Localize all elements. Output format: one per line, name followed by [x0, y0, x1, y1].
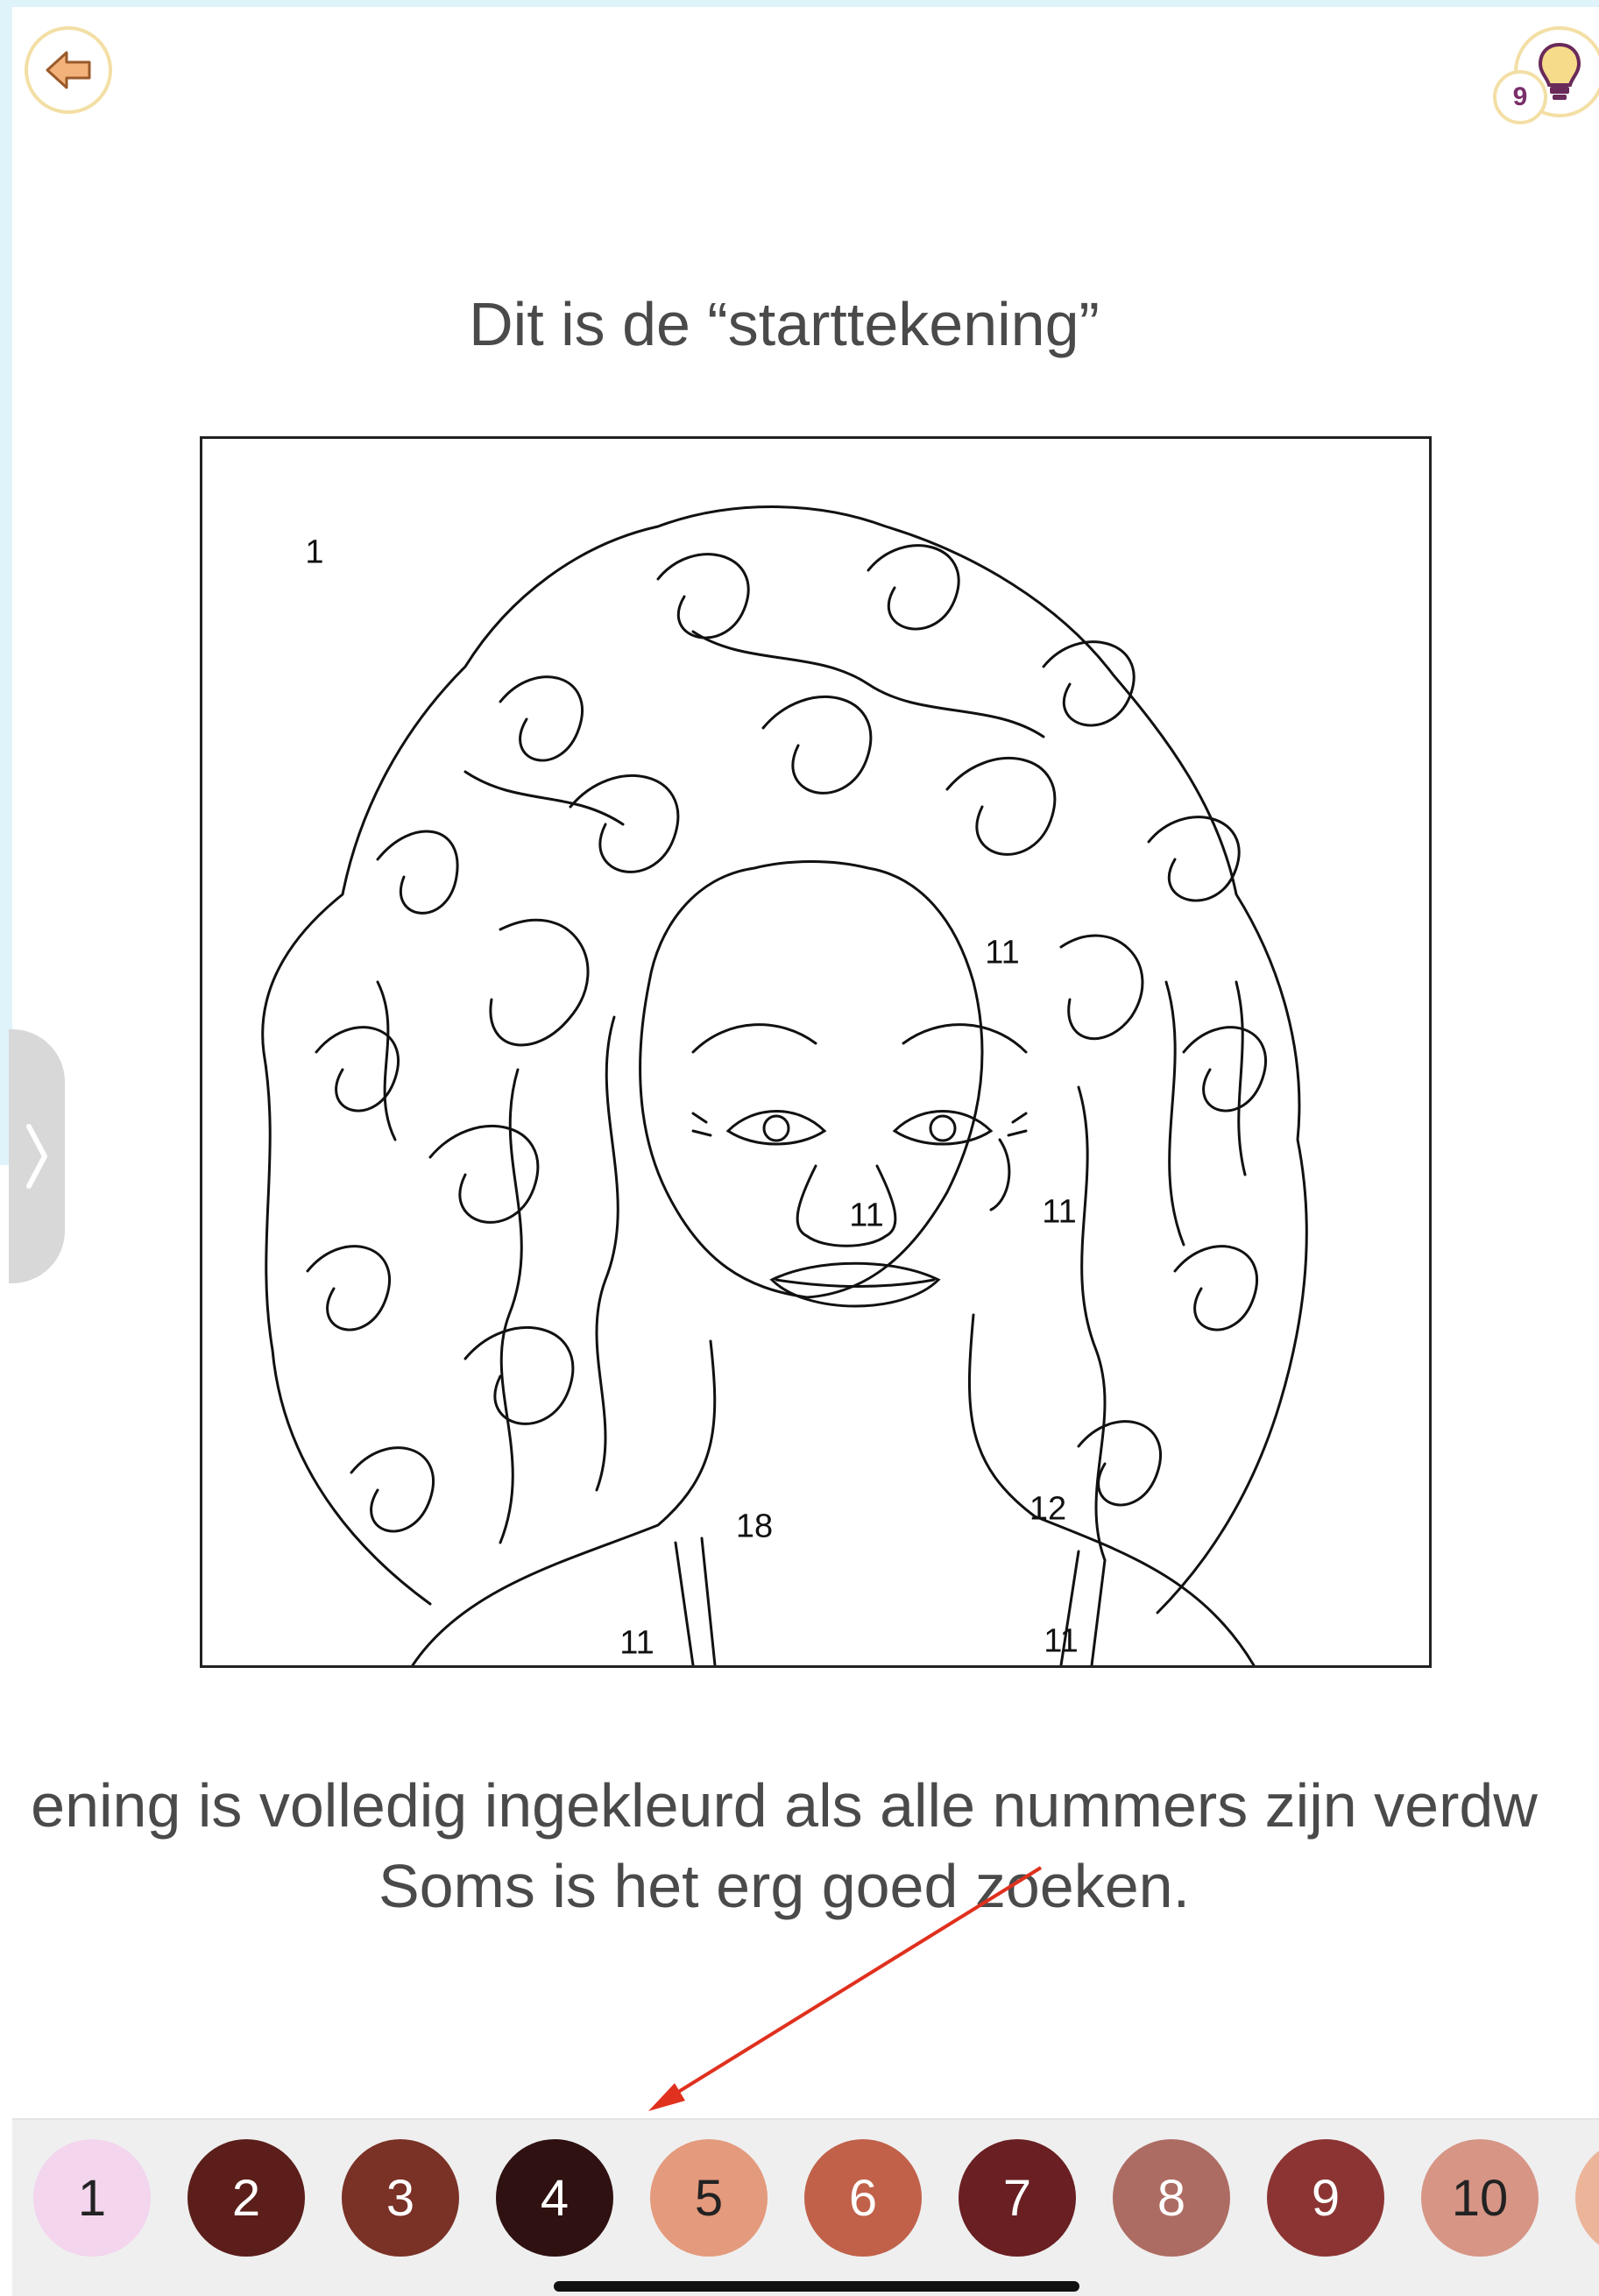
swatch-label: 1 — [77, 2169, 107, 2227]
back-button[interactable] — [25, 26, 112, 114]
palette-swatch[interactable]: 7 — [959, 2139, 1076, 2257]
region-number: 11 — [619, 1624, 654, 1662]
starter-drawing[interactable]: 1 11 11 11 18 12 11 11 — [200, 436, 1432, 1668]
swatch-label: 9 — [1311, 2169, 1341, 2227]
palette-swatch[interactable]: 5 — [650, 2139, 768, 2257]
region-number: 18 — [735, 1508, 774, 1545]
palette-swatch[interactable]: 2 — [187, 2139, 305, 2257]
instruction-line-2: Soms is het erg goed zoeken. — [378, 1852, 1191, 1920]
palette-swatch[interactable]: 10 — [1421, 2139, 1539, 2257]
instruction-line-1: ening is volledig ingekleurd als alle nu… — [31, 1771, 1538, 1840]
curly-hair-portrait-illustration — [261, 505, 1308, 1665]
status-bar-tint — [0, 0, 1599, 7]
swatch-label: 5 — [694, 2169, 724, 2227]
home-indicator[interactable] — [554, 2281, 1079, 2292]
swatch-label: 6 — [848, 2169, 878, 2227]
palette-swatch[interactable]: 1 — [33, 2139, 151, 2257]
arrow-left-icon — [46, 51, 91, 89]
coloring-tutorial-screen: 9 Dit is de “starttekening” 1 11 11 11 1… — [0, 0, 1599, 2296]
swatch-label: 8 — [1157, 2169, 1186, 2227]
palette-swatch-partial[interactable] — [1575, 2139, 1599, 2257]
tutorial-instruction: ening is volledig ingekleurd als alle nu… — [0, 1765, 1568, 1926]
hint-count-badge: 9 — [1493, 70, 1547, 124]
region-number: 12 — [1029, 1490, 1067, 1528]
palette-swatch[interactable]: 6 — [804, 2139, 922, 2257]
chevron-right-icon — [26, 1124, 48, 1189]
region-number: 1 — [305, 533, 324, 571]
color-palette: 1 2 3 4 5 6 7 8 9 10 — [12, 2118, 1599, 2296]
palette-swatch[interactable]: 8 — [1113, 2139, 1230, 2257]
region-number: 11 — [1042, 1193, 1077, 1231]
region-number: 11 — [849, 1197, 884, 1234]
palette-swatch[interactable]: 9 — [1267, 2139, 1384, 2257]
region-number: 11 — [985, 934, 1020, 971]
swatch-label: 4 — [540, 2169, 570, 2227]
side-drawer-handle[interactable] — [9, 1029, 65, 1283]
region-number: 11 — [1044, 1622, 1079, 1660]
palette-swatch[interactable]: 3 — [342, 2139, 459, 2257]
swatch-label: 7 — [1002, 2169, 1032, 2227]
swatch-label: 2 — [231, 2169, 261, 2227]
left-edge-tint — [0, 0, 12, 1165]
swatch-label: 3 — [386, 2169, 415, 2227]
palette-swatch[interactable]: 4 — [496, 2139, 613, 2257]
tutorial-heading: Dit is de “starttekening” — [469, 290, 1100, 358]
swatch-label: 10 — [1451, 2169, 1509, 2227]
